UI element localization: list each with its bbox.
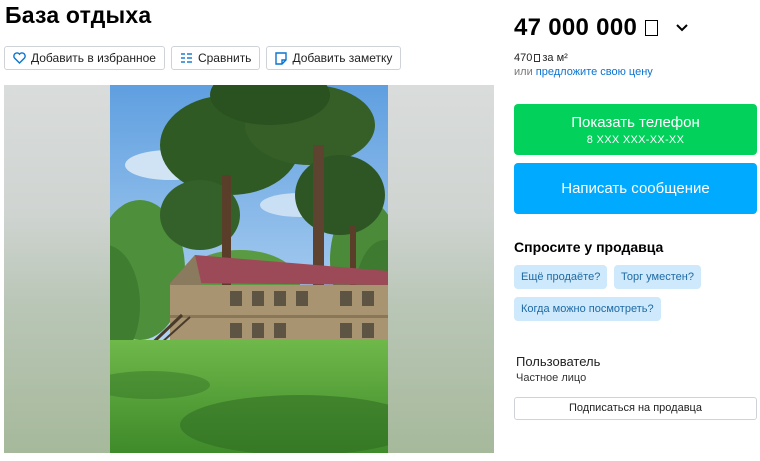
- gallery-blur-left: [4, 85, 110, 453]
- show-phone-button[interactable]: Показать телефон 8 XXX XXX-XX-XX: [514, 104, 757, 155]
- page-title: База отдыха: [5, 2, 152, 28]
- write-message-button[interactable]: Написать сообщение: [514, 163, 757, 214]
- price-per-m2-amount: 470: [514, 52, 533, 64]
- ruble-icon: [534, 54, 541, 62]
- add-to-favorites-label: Добавить в избранное: [31, 51, 156, 65]
- question-chip-bargain[interactable]: Торг уместен?: [614, 265, 701, 289]
- listing-photo[interactable]: [110, 85, 388, 453]
- add-note-button[interactable]: Добавить заметку: [266, 46, 402, 70]
- add-to-favorites-button[interactable]: Добавить в избранное: [4, 46, 165, 70]
- ruble-icon: [645, 20, 659, 36]
- compare-button[interactable]: Сравнить: [170, 46, 261, 70]
- offer-price-link[interactable]: предложите свою цену: [536, 66, 653, 78]
- price-per-m2: 470 за м²: [514, 52, 568, 64]
- gallery-blur-right: [388, 85, 494, 453]
- price: 47 000 000: [514, 14, 688, 42]
- compare-icon: [180, 53, 192, 63]
- note-icon: [275, 51, 288, 65]
- price-per-m2-suffix: за м²: [542, 52, 568, 64]
- add-note-label: Добавить заметку: [292, 51, 393, 65]
- question-chip-when-view[interactable]: Когда можно посмотреть?: [514, 297, 661, 321]
- question-chip-still-selling[interactable]: Ещё продаёте?: [514, 265, 608, 289]
- photo-gallery[interactable]: [4, 85, 494, 453]
- seller-name[interactable]: Пользователь: [516, 354, 600, 369]
- show-phone-label: Показать телефон: [571, 114, 700, 131]
- offer-prefix: или: [514, 66, 533, 78]
- subscribe-seller-button[interactable]: Подписаться на продавца: [514, 397, 757, 420]
- compare-label: Сравнить: [197, 51, 252, 65]
- offer-price: или предложите свою цену: [514, 66, 653, 78]
- phone-masked: 8 XXX XXX-XX-XX: [586, 134, 685, 146]
- seller-type: Частное лицо: [516, 372, 587, 384]
- ask-seller-title: Спросите у продавца: [514, 239, 664, 255]
- heart-icon: [13, 52, 26, 64]
- listing-actions: Добавить в избранное Сравнить Добавить з…: [4, 46, 402, 70]
- price-amount: 47 000 000: [514, 14, 638, 41]
- chevron-down-icon[interactable]: [676, 24, 688, 32]
